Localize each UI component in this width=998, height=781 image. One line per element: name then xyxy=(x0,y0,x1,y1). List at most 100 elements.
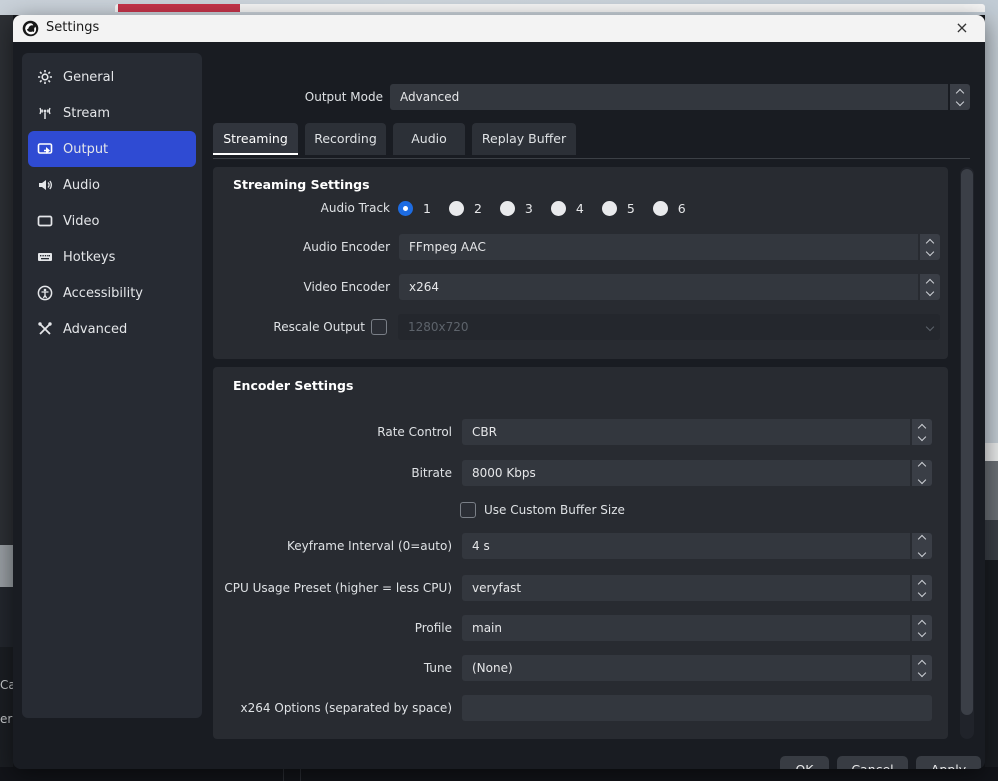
sidebar-item-label: Video xyxy=(63,214,99,229)
audio-track-label: Audio Track xyxy=(190,200,390,216)
tab-replay-buffer[interactable]: Replay Buffer xyxy=(472,123,576,155)
bitrate-spinbox[interactable]: 8000 Kbps xyxy=(462,460,932,486)
sidebar-item-hotkeys[interactable]: Hotkeys xyxy=(28,239,196,275)
chevron-down-icon xyxy=(918,476,926,484)
chevron-down-icon xyxy=(918,628,926,636)
vertical-scrollbar[interactable] xyxy=(960,167,974,739)
sidebar-item-video[interactable]: Video xyxy=(28,203,196,239)
cpu-usage-preset-select[interactable]: veryfast xyxy=(462,575,932,601)
radio-track-3[interactable] xyxy=(500,201,515,216)
sidebar-item-accessibility[interactable]: Accessibility xyxy=(28,275,196,311)
tab-recording[interactable]: Recording xyxy=(305,123,386,155)
accessibility-icon xyxy=(37,285,53,301)
keyframe-interval-value: 4 s xyxy=(462,533,910,559)
audio-encoder-value: FFmpeg AAC xyxy=(399,234,918,260)
background-window-edge xyxy=(115,4,985,12)
radio-track-5[interactable] xyxy=(602,201,617,216)
profile-select[interactable]: main xyxy=(462,615,932,641)
radio-track-1[interactable] xyxy=(398,201,413,216)
chevron-up-icon xyxy=(956,88,964,96)
desktop-background-left: Ca er xyxy=(0,15,13,767)
radio-track-2[interactable] xyxy=(449,201,464,216)
keyframe-interval-spinbox[interactable]: 4 s xyxy=(462,533,932,559)
spinner-buttons[interactable] xyxy=(920,234,940,260)
radio-track-4[interactable] xyxy=(551,201,566,216)
sidebar-item-label: Output xyxy=(63,142,108,157)
video-encoder-label: Video Encoder xyxy=(190,274,390,300)
chevron-up-icon xyxy=(918,659,926,667)
rescale-output-label: Rescale Output xyxy=(165,314,365,340)
spinner-buttons[interactable] xyxy=(912,533,932,559)
chevron-down-icon xyxy=(918,432,926,440)
sidebar-item-label: Stream xyxy=(63,106,110,121)
use-custom-buffer-size-checkbox[interactable] xyxy=(460,502,476,518)
sidebar-item-output[interactable]: Output xyxy=(28,131,196,167)
chevron-up-icon xyxy=(918,579,926,587)
spinner-buttons[interactable] xyxy=(912,655,932,681)
keyboard-icon xyxy=(37,249,53,265)
radio-label: 6 xyxy=(678,201,686,216)
audio-encoder-select[interactable]: FFmpeg AAC xyxy=(399,234,940,260)
ok-button[interactable]: OK xyxy=(780,756,829,769)
rate-control-select[interactable]: CBR xyxy=(462,419,932,445)
output-mode-select[interactable]: Advanced xyxy=(390,84,970,110)
monitor-icon xyxy=(37,213,53,229)
radio-label: 3 xyxy=(525,201,533,216)
scrollbar-thumb[interactable] xyxy=(961,169,973,715)
sidebar-item-label: Hotkeys xyxy=(63,250,115,265)
spinner-buttons[interactable] xyxy=(950,84,970,110)
spinner-buttons[interactable] xyxy=(912,419,932,445)
sidebar-item-general[interactable]: General xyxy=(28,59,196,95)
tab-streaming[interactable]: Streaming xyxy=(213,123,298,155)
radio-label: 1 xyxy=(423,201,431,216)
chevron-down-icon xyxy=(926,247,934,255)
encoder-settings-title: Encoder Settings xyxy=(233,378,353,393)
chevron-up-icon xyxy=(918,423,926,431)
sidebar-item-audio[interactable]: Audio xyxy=(28,167,196,203)
title-bar[interactable]: Settings × xyxy=(13,15,985,42)
spinner-buttons[interactable] xyxy=(912,575,932,601)
antenna-icon xyxy=(37,105,53,121)
spinner-buttons[interactable] xyxy=(912,460,932,486)
bitrate-label: Bitrate xyxy=(152,460,452,486)
tune-select[interactable]: (None) xyxy=(462,655,932,681)
output-icon xyxy=(37,141,53,157)
chevron-up-icon xyxy=(918,462,926,470)
profile-label: Profile xyxy=(152,615,452,641)
apply-button[interactable]: Apply xyxy=(916,756,981,769)
x264-options-label: x264 Options (separated by space) xyxy=(152,695,452,721)
background-text-fragment: er xyxy=(0,712,13,726)
chevron-down-icon xyxy=(956,97,964,105)
background-text-fragment: Ca xyxy=(0,678,13,692)
video-encoder-select[interactable]: x264 xyxy=(399,274,940,300)
spinner-buttons[interactable] xyxy=(920,274,940,300)
close-button[interactable]: × xyxy=(947,15,977,42)
rate-control-label: Rate Control xyxy=(152,419,452,445)
tab-divider xyxy=(213,158,970,159)
tab-audio[interactable]: Audio xyxy=(393,123,465,155)
sidebar-item-label: Advanced xyxy=(63,322,127,337)
background-patch xyxy=(0,587,13,647)
output-mode-value: Advanced xyxy=(390,84,948,110)
rescale-resolution-value: 1280x720 xyxy=(398,314,920,340)
x264-options-input[interactable] xyxy=(462,695,932,721)
use-custom-buffer-size-label: Use Custom Buffer Size xyxy=(484,497,784,523)
video-encoder-value: x264 xyxy=(399,274,918,300)
cancel-button[interactable]: Cancel xyxy=(837,756,908,769)
sidebar-item-label: Accessibility xyxy=(63,286,143,301)
chevron-down-icon xyxy=(918,668,926,676)
speaker-icon xyxy=(37,177,53,193)
chevron-up-icon xyxy=(926,278,934,286)
settings-dialog: Settings × General Stream Output Audio xyxy=(13,15,985,769)
gear-icon xyxy=(37,69,53,85)
desktop-background-right xyxy=(985,15,998,767)
dropdown-button[interactable] xyxy=(920,314,940,340)
radio-track-6[interactable] xyxy=(653,201,668,216)
sidebar-item-stream[interactable]: Stream xyxy=(28,95,196,131)
background-divider xyxy=(283,767,284,781)
spinner-buttons[interactable] xyxy=(912,615,932,641)
sidebar-item-label: Audio xyxy=(63,178,100,193)
chevron-down-icon xyxy=(926,323,934,331)
rescale-output-checkbox[interactable] xyxy=(371,319,387,335)
rescale-resolution-select[interactable]: 1280x720 xyxy=(398,314,940,340)
